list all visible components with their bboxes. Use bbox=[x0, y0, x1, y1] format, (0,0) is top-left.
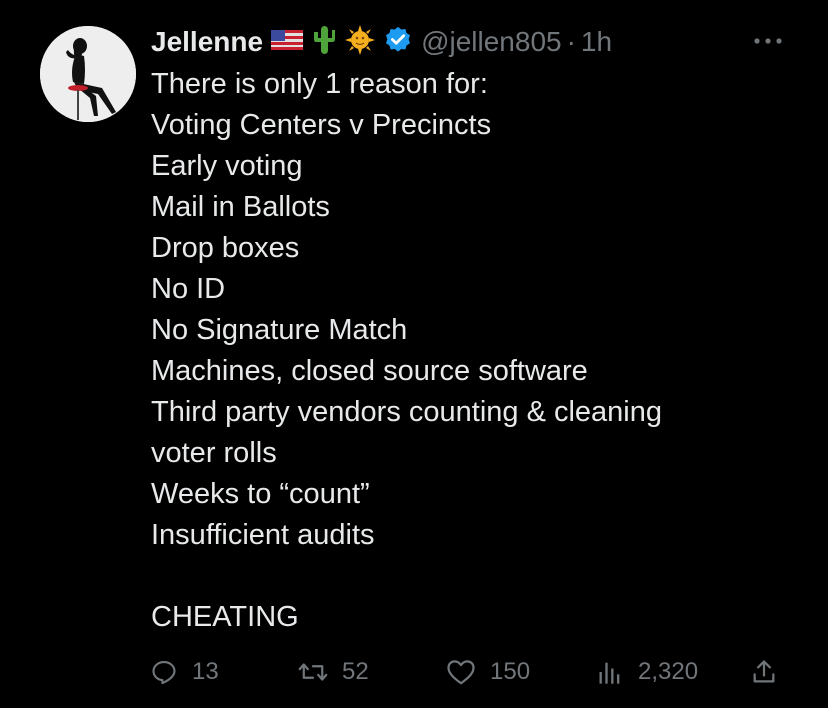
retweet-count: 52 bbox=[342, 658, 369, 685]
share-icon bbox=[753, 660, 775, 683]
tweet-line: Third party vendors counting & cleaning bbox=[151, 396, 663, 428]
analytics-icon bbox=[599, 662, 620, 684]
more-dots-icon bbox=[754, 38, 782, 44]
tweet-line: There is only 1 reason for: bbox=[151, 68, 488, 100]
view-count: 2,320 bbox=[638, 658, 699, 685]
tweet-text: There is only 1 reason for: Voting Cente… bbox=[151, 64, 791, 638]
tweet-line: Drop boxes bbox=[151, 232, 300, 264]
reply-button[interactable]: 13 bbox=[150, 652, 219, 692]
tweet-line: No Signature Match bbox=[151, 314, 408, 346]
tweet-card[interactable]: Jellenne @jellen805 · 1h There is only 1… bbox=[0, 0, 828, 708]
avatar-silhouette-icon bbox=[40, 26, 136, 122]
more-options-button[interactable] bbox=[748, 26, 788, 56]
tweet-line: Weeks to “count” bbox=[151, 478, 370, 510]
tweet-timestamp[interactable]: 1h bbox=[581, 26, 612, 58]
heart-icon bbox=[447, 660, 475, 685]
tweet-header: Jellenne @jellen805 · 1h bbox=[151, 22, 612, 62]
retweet-icon bbox=[298, 663, 328, 681]
reply-icon bbox=[152, 661, 176, 685]
tweet-line: voter rolls bbox=[151, 437, 277, 469]
cactus-icon bbox=[311, 24, 337, 61]
views-button[interactable]: 2,320 bbox=[596, 652, 698, 692]
reply-count: 13 bbox=[192, 658, 219, 685]
tweet-line: No ID bbox=[151, 273, 226, 305]
tweet-line: Mail in Ballots bbox=[151, 191, 330, 223]
sun-icon bbox=[345, 24, 376, 60]
us-flag-icon bbox=[271, 28, 304, 57]
retweet-button[interactable]: 52 bbox=[298, 652, 369, 692]
tweet-line: Insufficient audits bbox=[151, 519, 375, 551]
tweet-line: CHEATING bbox=[151, 601, 299, 633]
share-button[interactable] bbox=[750, 652, 778, 692]
avatar[interactable] bbox=[40, 26, 136, 122]
tweet-line: Early voting bbox=[151, 150, 303, 182]
tweet-line: Machines, closed source software bbox=[151, 355, 588, 387]
tweet-line bbox=[151, 556, 791, 597]
tweet-line: Voting Centers v Precincts bbox=[151, 109, 492, 141]
like-button[interactable]: 150 bbox=[446, 652, 530, 692]
verified-badge-icon bbox=[383, 25, 413, 60]
author-name[interactable]: Jellenne bbox=[151, 26, 263, 58]
action-bar: 13 52 150 2,320 bbox=[150, 652, 790, 692]
author-handle[interactable]: @jellen805 bbox=[421, 26, 562, 58]
like-count: 150 bbox=[490, 658, 531, 685]
header-separator: · bbox=[566, 26, 576, 57]
